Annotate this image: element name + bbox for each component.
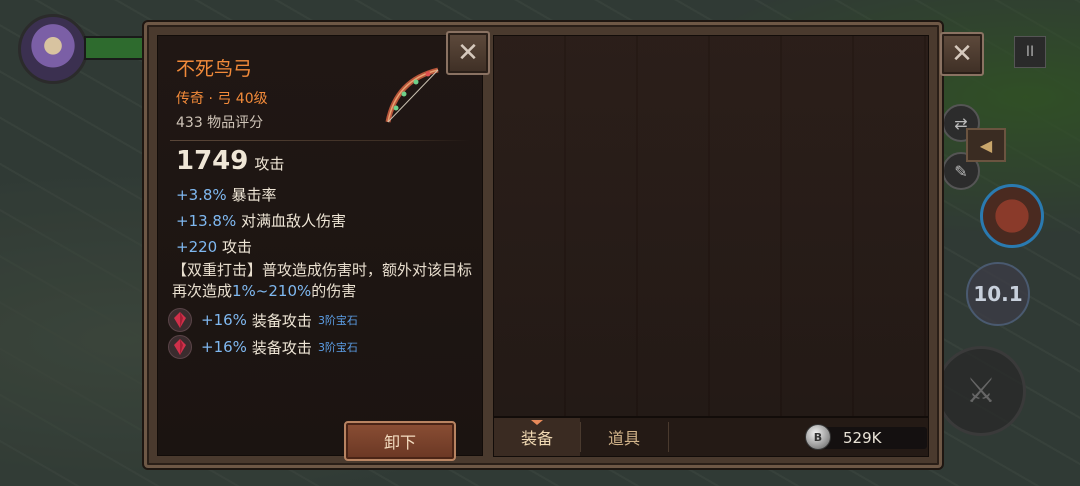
inventory-window: 不死鸟弓 传奇 · 弓 40级 433 物品评分 ✕ 1749 攻击 +3.8% … bbox=[144, 22, 942, 468]
item-score: 433 物品评分 bbox=[176, 115, 264, 131]
attack-sword-button[interactable]: ⚔ bbox=[936, 346, 1026, 436]
skill-portrait-button[interactable] bbox=[980, 184, 1044, 248]
main-stat-label: 攻击 bbox=[254, 155, 285, 173]
item-detail-panel: 不死鸟弓 传奇 · 弓 40级 433 物品评分 ✕ 1749 攻击 +3.8% … bbox=[157, 31, 490, 461]
substat-label: 攻击 bbox=[221, 238, 252, 256]
currency-display: B 529K bbox=[805, 424, 927, 450]
hero-avatar[interactable] bbox=[18, 14, 88, 84]
substat-row: +220 攻击 bbox=[176, 236, 252, 257]
ruby-gem-icon bbox=[168, 308, 192, 332]
close-icon: ✕ bbox=[457, 38, 479, 68]
gem-value: +16% bbox=[201, 311, 247, 329]
window-close-button[interactable]: ✕ bbox=[940, 32, 984, 76]
substat-row: +3.8% 暴击率 bbox=[176, 184, 276, 205]
silver-coin-icon: B bbox=[805, 424, 831, 450]
skill-cooldown-button[interactable]: 10.1 bbox=[966, 262, 1030, 326]
gem-label: 装备攻击 bbox=[251, 338, 312, 357]
effect-text-part2: 的伤害 bbox=[311, 282, 357, 300]
tab-divider bbox=[668, 422, 669, 452]
detail-close-button[interactable]: ✕ bbox=[446, 31, 490, 75]
special-effect-description: 【双重打击】普攻造成伤害时，额外对该目标再次造成1%~210%的伤害 bbox=[172, 260, 472, 302]
ruby-gem-icon bbox=[168, 335, 192, 359]
main-stat-value: 1749 bbox=[176, 146, 249, 176]
item-name: 不死鸟弓 bbox=[176, 58, 253, 80]
tab-items[interactable]: 道具 bbox=[581, 418, 667, 456]
collapse-arrow-button[interactable]: ◀ bbox=[966, 128, 1006, 162]
bow-icon bbox=[385, 67, 439, 123]
gem-row: +16% 装备攻击 3阶宝石 bbox=[168, 308, 358, 332]
gem-label: 装备攻击 bbox=[251, 311, 312, 330]
substat-label: 暴击率 bbox=[231, 186, 277, 204]
pause-button[interactable]: II bbox=[1014, 36, 1046, 68]
tab-equipment[interactable]: 装备 bbox=[494, 418, 580, 456]
substat-value: +13.8% bbox=[176, 212, 237, 230]
substat-label: 对满血敌人伤害 bbox=[241, 212, 347, 230]
gem-tier: 3阶宝石 bbox=[317, 314, 358, 327]
gem-row: +16% 装备攻击 3阶宝石 bbox=[168, 335, 358, 359]
substat-value: +3.8% bbox=[176, 186, 227, 204]
gem-tier: 3阶宝石 bbox=[317, 341, 358, 354]
close-icon: ✕ bbox=[951, 39, 973, 69]
main-stat: 1749 攻击 bbox=[176, 146, 284, 176]
substat-value: +220 bbox=[176, 238, 218, 256]
unequip-button[interactable]: 卸下 bbox=[344, 421, 456, 461]
substat-row: +13.8% 对满血敌人伤害 bbox=[176, 210, 346, 231]
effect-highlight-value: 1%~210% bbox=[232, 282, 312, 300]
gem-value: +16% bbox=[201, 338, 247, 356]
inventory-grid[interactable] bbox=[493, 35, 929, 417]
currency-value: 529K bbox=[843, 429, 882, 447]
item-rarity-type-level: 传奇 · 弓 40级 bbox=[176, 91, 268, 107]
divider bbox=[170, 140, 470, 141]
